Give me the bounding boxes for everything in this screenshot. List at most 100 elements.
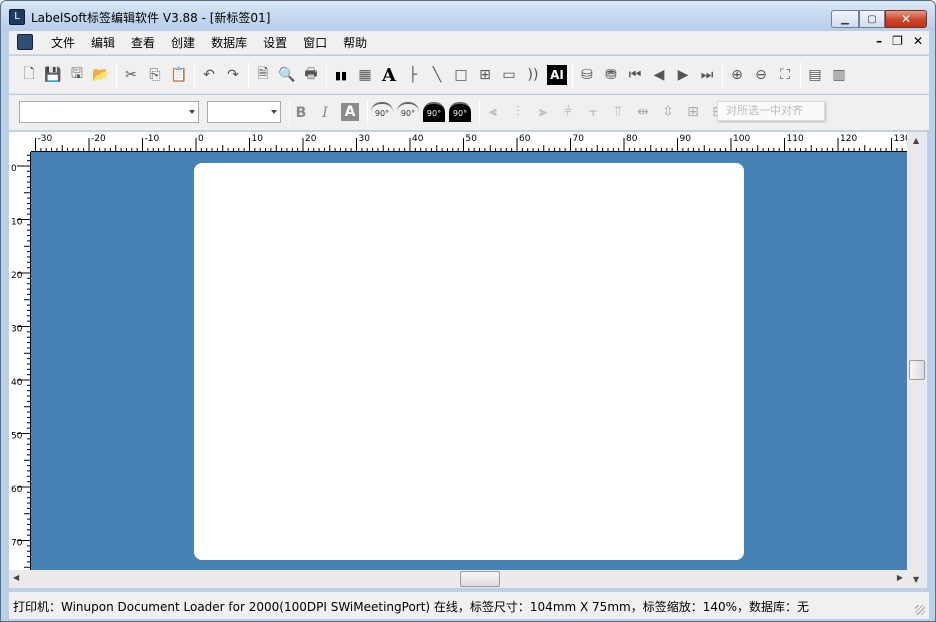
save-icon[interactable]: 💾	[43, 65, 63, 85]
ruler-label: -30	[38, 134, 53, 144]
ruler-corner	[9, 132, 31, 152]
scroll-down-icon[interactable]: ▼	[913, 575, 919, 584]
vertical-scrollbar[interactable]: ▲ ▼	[907, 132, 927, 588]
distribute-v-icon[interactable]: ⇳	[658, 102, 678, 122]
undo-icon[interactable]: ↶	[199, 65, 219, 85]
mdi-close-icon[interactable]: ✕	[913, 34, 923, 48]
ruler-label: 70	[573, 134, 585, 144]
rotate-1-button[interactable]: 90°	[397, 102, 419, 122]
ruler-label: 40	[11, 378, 23, 388]
minimize-button[interactable]: ▁	[831, 10, 859, 28]
ruler-label: 0	[11, 164, 17, 174]
zoom-in-icon[interactable]: ⊕	[727, 65, 747, 85]
label-page[interactable]	[194, 163, 744, 560]
menu-item-1[interactable]: 编辑	[83, 35, 123, 51]
close-icon: ✕	[900, 12, 912, 26]
qrcode-icon[interactable]: ▦	[355, 65, 375, 85]
menu-item-7[interactable]: 帮助	[335, 35, 375, 51]
cut-icon[interactable]: ✂	[121, 65, 141, 85]
vertical-scroll-thumb[interactable]	[909, 360, 925, 380]
chevron-down-icon	[271, 110, 277, 114]
zoom-out-icon[interactable]: ⊖	[751, 65, 771, 85]
rotate-0-button[interactable]: 90°	[371, 102, 393, 122]
first-record-icon[interactable]: ⏮	[625, 65, 645, 85]
ruler-label: 10	[11, 218, 23, 228]
bold-button[interactable]: B	[291, 103, 311, 123]
center-h-icon[interactable]: ⊞	[683, 102, 703, 122]
vertical-ruler: 0 10 20 30 40 50 60 70	[9, 152, 31, 570]
last-record-icon[interactable]: ⏭	[697, 65, 717, 85]
ruler-label: -20	[91, 134, 106, 144]
zoom-fit-icon[interactable]: ⛶	[775, 65, 795, 85]
italic-button[interactable]: I	[315, 103, 335, 123]
layout-vertical-icon[interactable]: ▥	[829, 65, 849, 85]
menu-item-2[interactable]: 查看	[123, 35, 163, 51]
main-toolbar: 🗋 💾 🖫 📂 ✂ ⎘ 📋 ↶ ↷ 🗎 🔍 🖶 ▮▮ ▦ A ├ ╲ □ ⊞ ▭)) AI ⛁ ⛃ ⏮ ◀ ▶ ⏭ ⊕ ⊖ ⛶ ▤ ▥	[9, 56, 929, 94]
print-preview-icon[interactable]: 🔍	[277, 65, 297, 85]
distribute-h-icon[interactable]: ⇹	[633, 102, 653, 122]
menu-item-3[interactable]: 创建	[163, 35, 203, 51]
database-link-icon[interactable]: ⛃	[601, 65, 621, 85]
ruler-label: 100	[733, 134, 750, 144]
database-icon[interactable]: ⛁	[577, 65, 597, 85]
layout-horizontal-icon[interactable]: ▤	[805, 65, 825, 85]
font-name-select[interactable]	[19, 101, 199, 123]
horizontal-scroll-thumb[interactable]	[460, 571, 500, 587]
minimize-icon: ▁	[841, 13, 849, 25]
mdi-minimize-icon[interactable]: –	[876, 34, 882, 48]
diagonal-line-icon[interactable]: ╲	[427, 65, 447, 85]
resize-grip-icon[interactable]	[915, 605, 925, 615]
ruler-label: 30	[11, 325, 23, 335]
window-title: LabelSoft标签编辑软件 V3.88 - [新标签01]	[31, 11, 271, 25]
paste-icon[interactable]: 📋	[169, 65, 189, 85]
prev-record-icon[interactable]: ◀	[649, 65, 669, 85]
maximize-icon: ▢	[867, 13, 877, 25]
next-record-icon[interactable]: ▶	[673, 65, 693, 85]
text-color-button[interactable]: A	[341, 103, 359, 121]
design-canvas[interactable]	[31, 152, 907, 570]
menu-item-5[interactable]: 设置	[255, 35, 295, 51]
scroll-left-icon[interactable]: ◀	[13, 573, 19, 582]
barcode-icon[interactable]: ▮▮	[331, 65, 351, 85]
align-center-icon[interactable]: ⫶	[508, 102, 528, 122]
vertical-line-icon[interactable]: ├	[403, 65, 423, 85]
scroll-up-icon[interactable]: ▲	[913, 136, 919, 145]
ruler-label: 20	[11, 271, 23, 281]
page-setup-icon[interactable]: 🗎	[253, 65, 273, 85]
redo-icon[interactable]: ↷	[223, 65, 243, 85]
align-bottom-icon[interactable]: ⫪	[608, 102, 628, 122]
align-top-icon[interactable]: ⫩	[558, 102, 578, 122]
image-icon[interactable]: ▭	[499, 65, 519, 85]
app-window: L LabelSoft标签编辑软件 V3.88 - [新标签01] ▁ ▢ ✕ …	[0, 0, 936, 622]
ruler-label: 0	[198, 134, 204, 144]
copy-icon[interactable]: ⎘	[145, 65, 165, 85]
text-icon[interactable]: A	[379, 65, 399, 86]
mdi-restore-icon[interactable]: ❐	[892, 34, 903, 48]
align-middle-icon[interactable]: ⫟	[583, 102, 603, 122]
ruler-label: 80	[626, 134, 638, 144]
save-as-icon[interactable]: 🖫	[67, 65, 87, 85]
rotate-2-button[interactable]: 90°	[423, 102, 445, 122]
close-button[interactable]: ✕	[885, 10, 927, 28]
menu-item-0[interactable]: 文件	[43, 35, 83, 51]
rotate-3-button[interactable]: 90°	[449, 102, 471, 122]
maximize-button[interactable]: ▢	[859, 10, 885, 28]
scroll-right-icon[interactable]: ▶	[897, 573, 903, 582]
menu-item-6[interactable]: 窗口	[295, 35, 335, 51]
align-left-icon[interactable]: ⫷	[483, 102, 503, 122]
horizontal-scrollbar[interactable]: ◀ ▶	[9, 570, 907, 588]
ruler-label: 130	[894, 134, 908, 144]
window-controls: ▁ ▢ ✕	[831, 10, 927, 28]
rectangle-icon[interactable]: □	[451, 65, 471, 85]
table-icon[interactable]: ⊞	[475, 65, 495, 85]
font-size-select[interactable]	[207, 101, 281, 123]
print-icon[interactable]: 🖶	[301, 65, 321, 85]
align-right-icon[interactable]: ⫸	[533, 102, 553, 122]
open-folder-icon[interactable]: 📂	[91, 65, 111, 85]
rfid-icon[interactable]: ))	[523, 65, 543, 85]
ruler-label: 10	[252, 134, 264, 144]
ai-icon[interactable]: AI	[547, 65, 567, 85]
new-file-icon[interactable]: 🗋	[19, 65, 39, 85]
document-icon[interactable]	[17, 34, 33, 50]
menu-item-4[interactable]: 数据库	[203, 35, 255, 51]
